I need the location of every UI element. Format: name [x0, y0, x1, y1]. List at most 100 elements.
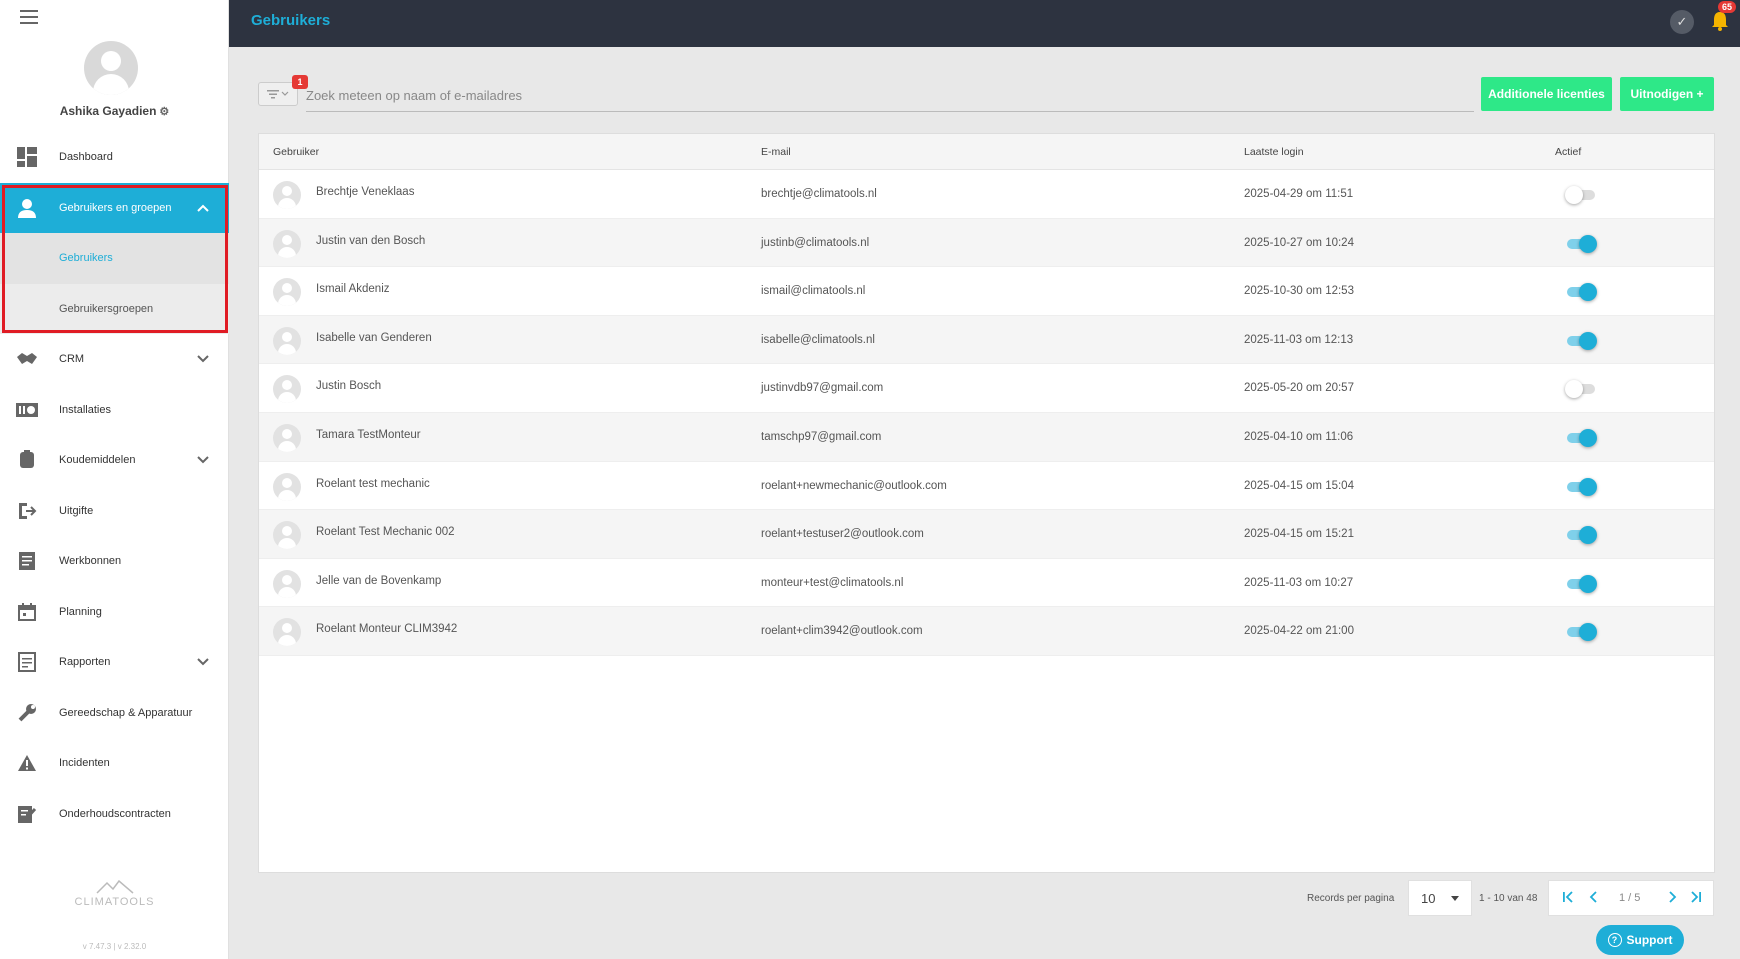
mountain-logo-icon	[95, 880, 133, 894]
user-name[interactable]: Ashika Gayadien ⚙	[0, 104, 229, 118]
brand-logo: CLIMATOOLS	[0, 880, 229, 908]
users-table: Gebruiker E-mail Laatste login Actief Br…	[258, 133, 1715, 873]
table-row[interactable]: Roelant Monteur CLIM3942 roelant+clim3942…	[259, 607, 1714, 656]
active-toggle[interactable]	[1565, 574, 1597, 593]
chevron-up-icon	[197, 201, 209, 215]
brand-name: CLIMATOOLS	[74, 896, 155, 908]
active-toggle[interactable]	[1565, 234, 1597, 253]
table-body: Brechtje Veneklaas brechtje@climatools.nl…	[259, 170, 1714, 656]
page-indicator: 1 / 5	[1619, 892, 1641, 904]
previous-page-icon[interactable]	[1587, 890, 1601, 907]
sidebar-item-installaties[interactable]: Installaties	[0, 385, 229, 436]
sidebar-item-uitgifte[interactable]: Uitgifte	[0, 486, 229, 537]
user-name-cell: Roelant test mechanic	[316, 477, 430, 490]
active-toggle[interactable]	[1565, 623, 1597, 642]
last-page-icon[interactable]	[1689, 890, 1703, 907]
user-name-cell: Justin Bosch	[316, 380, 382, 393]
active-toggle[interactable]	[1565, 380, 1595, 399]
column-header[interactable]: Gebruiker	[273, 146, 319, 158]
next-page-icon[interactable]	[1665, 890, 1679, 907]
additional-licenses-button[interactable]: Additionele licenties	[1481, 77, 1612, 111]
filter-icon	[267, 90, 289, 99]
user-avatar	[273, 375, 301, 404]
records-per-page-label: Records per pagina	[1307, 893, 1395, 904]
table-header: Gebruiker E-mail Laatste login Actief	[259, 134, 1714, 170]
first-page-icon[interactable]	[1561, 890, 1575, 907]
email-cell: justinvdb97@gmail.com	[761, 382, 884, 395]
column-header[interactable]: Laatste login	[1244, 146, 1304, 158]
table-row[interactable]: Justin van den Bosch justinb@climatools.n…	[259, 218, 1714, 268]
sidebar: Ashika Gayadien ⚙ Dashboard Gebruikers en…	[0, 0, 229, 959]
page-title: Gebruikers	[251, 12, 331, 29]
table-row[interactable]: Roelant Test Mechanic 002 roelant+testuse…	[259, 510, 1714, 559]
search-input[interactable]	[306, 80, 1474, 112]
sidebar-item-label: Dashboard	[59, 151, 113, 164]
user-avatar	[273, 181, 301, 209]
chevron-down-icon	[197, 352, 209, 366]
active-toggle[interactable]	[1565, 526, 1597, 545]
table-row[interactable]: Jelle van de Bovenkamp monteur+test@clima…	[259, 559, 1714, 608]
sidebar-subitem-users[interactable]: Gebruikers	[0, 233, 229, 284]
report-icon	[16, 651, 38, 673]
caret-down-icon	[1451, 896, 1459, 901]
sidebar-item-label: Uitgifte	[59, 504, 94, 517]
table-row[interactable]: Brechtje Veneklaas brechtje@climatools.nl…	[259, 170, 1714, 219]
sidebar-subitem-label: Gebruikersgroepen	[59, 302, 154, 315]
user-avatar	[273, 326, 301, 355]
document-icon	[16, 550, 38, 572]
user-name-cell: Roelant Monteur CLIM3942	[316, 623, 458, 636]
table-row[interactable]: Ismail Akdeniz ismail@climatools.nl 2025-1…	[259, 267, 1714, 316]
sidebar-item-label: Werkbonnen	[59, 555, 122, 568]
notification-badge: 65	[1717, 1, 1736, 13]
sidebar-item-dashboard[interactable]: Dashboard	[0, 132, 229, 183]
sidebar-item-label: Onderhoudscontracten	[59, 807, 171, 820]
table-row[interactable]: Tamara TestMonteur tamschp97@gmail.com 202…	[259, 412, 1714, 462]
table-row[interactable]: Isabelle van Genderen isabelle@climatools…	[259, 315, 1714, 365]
invite-button[interactable]: Uitnodigen +	[1620, 77, 1714, 111]
sidebar-subitem-user-groups[interactable]: Gebruikersgroepen	[0, 283, 229, 334]
warning-icon	[16, 752, 38, 774]
last-login-cell: 2025-04-29 om 11:51	[1244, 188, 1354, 200]
sidebar-item-incidenten[interactable]: Incidenten	[0, 738, 229, 789]
sidebar-item-gereedschap[interactable]: Gereedschap & Apparatuur	[0, 688, 229, 739]
installation-icon	[16, 399, 38, 421]
records-per-page-select[interactable]: 10	[1408, 880, 1472, 916]
cylinder-icon	[16, 449, 38, 471]
contract-icon	[16, 803, 38, 825]
email-cell: roelant+newmechanic@outlook.com	[761, 479, 947, 492]
sidebar-item-rapporten[interactable]: Rapporten	[0, 637, 229, 688]
active-toggle[interactable]	[1565, 283, 1597, 302]
email-cell: tamschp97@gmail.com	[761, 430, 882, 443]
active-toggle[interactable]	[1565, 477, 1597, 496]
active-toggle[interactable]	[1565, 331, 1597, 350]
check-icon[interactable]: ✓	[1670, 10, 1694, 34]
user-name-label: Ashika Gayadien	[59, 104, 157, 118]
user-avatar	[273, 423, 301, 452]
sidebar-item-onderhoudscontracten[interactable]: Onderhoudscontracten	[0, 789, 229, 840]
dashboard-icon	[16, 146, 38, 168]
column-header[interactable]: E-mail	[761, 146, 791, 158]
user-avatar	[273, 569, 301, 598]
sidebar-item-crm[interactable]: CRM	[0, 334, 229, 385]
sidebar-item-users-groups[interactable]: Gebruikers en groepen	[0, 182, 229, 233]
chevron-down-icon	[197, 453, 209, 467]
calendar-icon	[16, 601, 38, 623]
sidebar-item-label: Gereedschap & Apparatuur	[59, 706, 193, 719]
hamburger-menu-icon[interactable]	[20, 10, 38, 24]
user-avatar	[273, 472, 301, 501]
active-toggle[interactable]	[1565, 186, 1595, 204]
column-header[interactable]: Actief	[1555, 146, 1581, 158]
gear-icon[interactable]: ⚙	[159, 106, 169, 118]
table-row[interactable]: Justin Bosch justinvdb97@gmail.com 2025-05…	[259, 364, 1714, 413]
sidebar-item-label: Gebruikers en groepen	[59, 201, 172, 214]
user-name-cell: Brechtje Veneklaas	[316, 186, 415, 198]
active-toggle[interactable]	[1565, 428, 1597, 447]
user-avatar[interactable]	[84, 41, 138, 95]
support-button[interactable]: ? Support	[1596, 925, 1684, 955]
table-row[interactable]: Roelant test mechanic roelant+newmechanic…	[259, 462, 1714, 511]
sidebar-item-werkbonnen[interactable]: Werkbonnen	[0, 536, 229, 587]
pagination-nav: 1 / 5	[1548, 880, 1714, 916]
sidebar-item-koudemiddelen[interactable]: Koudemiddelen	[0, 435, 229, 486]
bell-icon[interactable]	[1708, 10, 1732, 34]
sidebar-item-planning[interactable]: Planning	[0, 587, 229, 638]
